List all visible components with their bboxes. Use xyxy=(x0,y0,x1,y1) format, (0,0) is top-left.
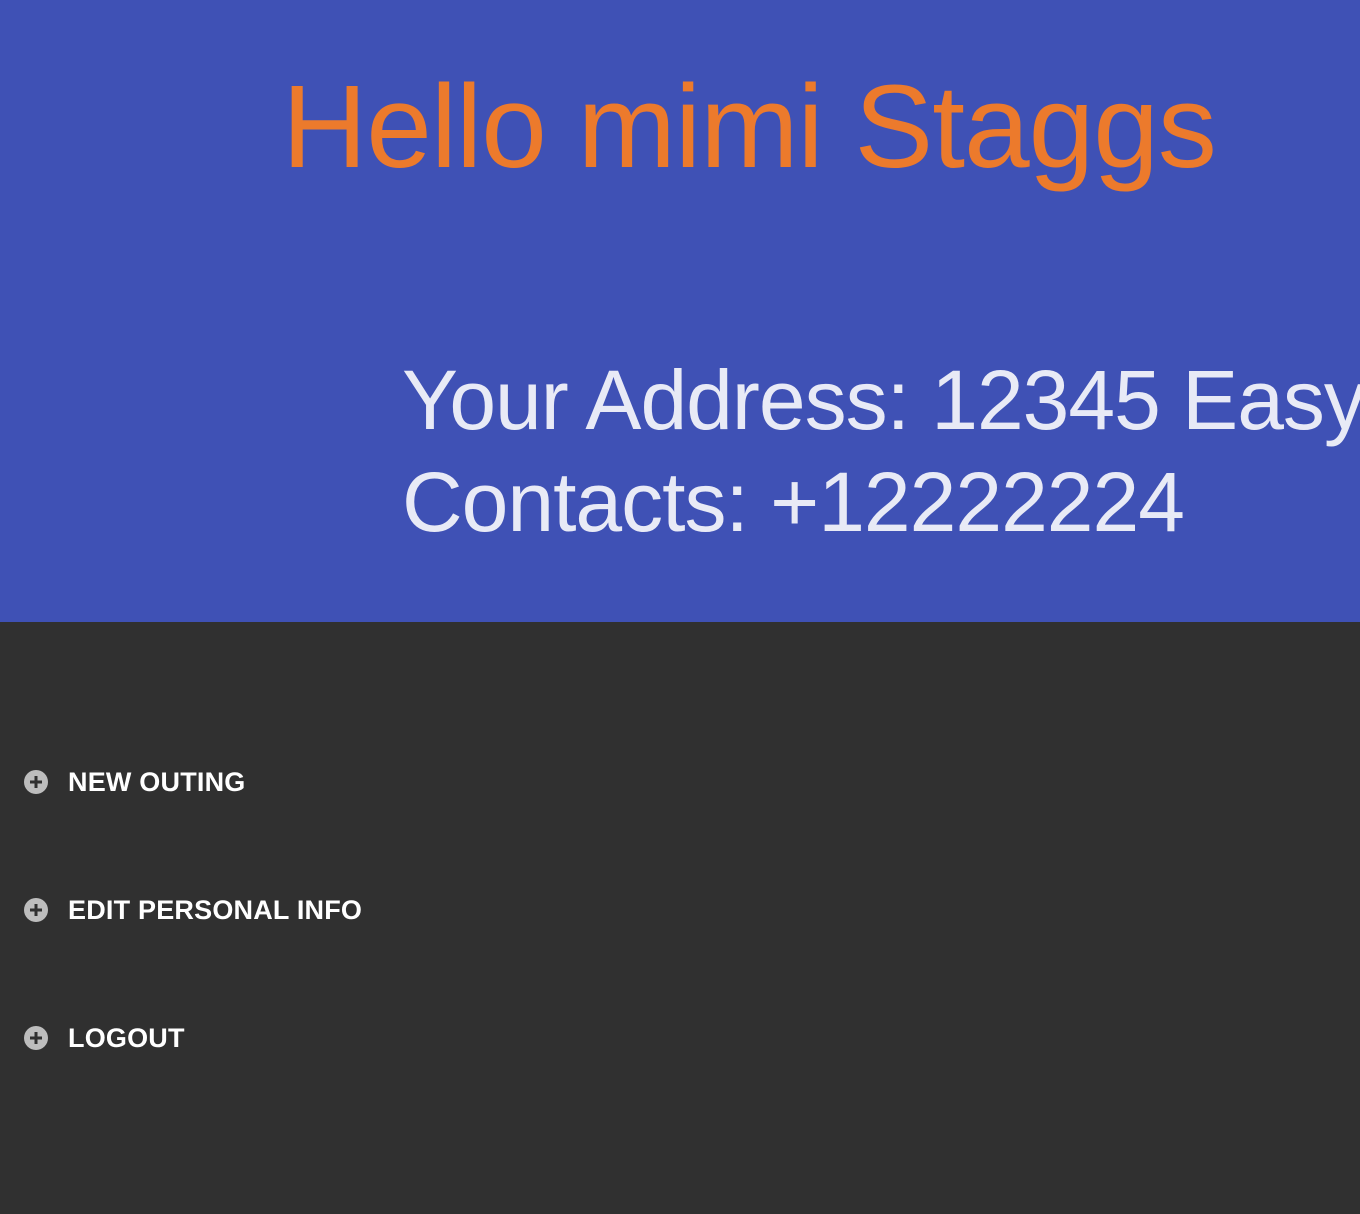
plus-circle-icon xyxy=(24,770,48,794)
logout-label: LOGOUT xyxy=(68,1023,185,1053)
edit-personal-info-label: EDIT PERSONAL INFO xyxy=(68,895,363,925)
plus-circle-icon xyxy=(24,1026,48,1050)
new-outing-label: NEW OUTING xyxy=(68,767,246,797)
plus-circle-icon xyxy=(24,898,48,922)
contacts-text: Contacts: +12222224 xyxy=(402,455,1185,549)
greeting-title: Hello mimi Staggs xyxy=(282,61,1217,193)
logout-button[interactable]: LOGOUT xyxy=(0,1008,600,1068)
action-menu: NEW OUTING EDIT PERSONAL INFO LOGOUT xyxy=(0,622,1360,1214)
edit-personal-info-button[interactable]: EDIT PERSONAL INFO xyxy=(0,880,600,940)
profile-header: Hello mimi Staggs Your Address: 12345 Ea… xyxy=(0,0,1360,622)
address-text: Your Address: 12345 Easy xyxy=(402,353,1360,447)
new-outing-button[interactable]: NEW OUTING xyxy=(0,752,600,812)
